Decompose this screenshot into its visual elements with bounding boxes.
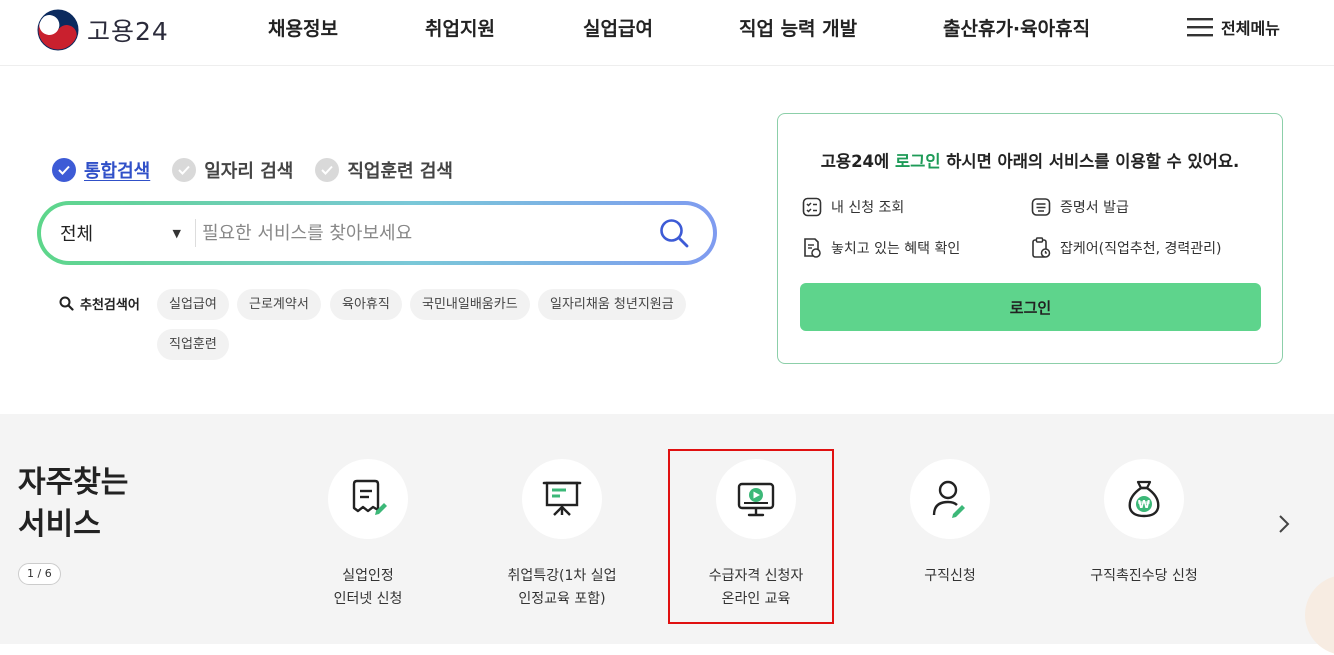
nav-item-unemployment-benefit[interactable]: 실업급여 (583, 14, 653, 41)
service-card-label: 구직촉진수당 신청 (1044, 565, 1244, 588)
service-label: 내 신청 조회 (831, 200, 905, 216)
keyword-chip[interactable]: 국민내일배움카드 (410, 289, 530, 320)
money-bag-won-icon: ₩ (1128, 480, 1160, 518)
frequent-services-section: 자주찾는 서비스 1 / 6 실업인정 인터넷 신청 취업특강(1차 실업 인정… (0, 414, 1334, 644)
caret-down-icon: ▼ (172, 226, 181, 240)
keyword-chip[interactable]: 일자리채움 청년지원금 (538, 289, 686, 320)
all-menu-label: 전체메뉴 (1221, 19, 1280, 38)
service-card-label: 구직신청 (850, 565, 1050, 588)
search-bar-inner: 전체 ▼ (41, 205, 713, 261)
reco-title-label: 추천검색어 (80, 298, 140, 313)
section-title-line1: 자주찾는 (18, 465, 129, 500)
search-tabs: 통합검색 일자리 검색 직업훈련 검색 (52, 157, 475, 183)
keyword-chip[interactable]: 직업훈련 (157, 329, 229, 360)
search-icon (59, 296, 74, 311)
login-headline-highlight: 로그인 (894, 152, 941, 171)
tab-label: 통합검색 (84, 161, 151, 182)
check-icon (315, 158, 340, 182)
logo-text: 고용24 (87, 17, 169, 46)
service-icon-circle (716, 459, 796, 539)
service-card-line1: 구직신청 (924, 568, 976, 584)
service-unemployment-recognition[interactable]: 실업인정 인터넷 신청 (268, 459, 468, 611)
reco-title: 추천검색어 (59, 294, 140, 313)
check-icon (172, 158, 197, 182)
monitor-play-icon (737, 482, 775, 517)
document-pen-icon (352, 479, 387, 515)
check-icon (52, 158, 76, 182)
keyword-chip[interactable]: 육아휴직 (330, 289, 402, 320)
service-icon-circle (910, 459, 990, 539)
service-my-applications[interactable]: 내 신청 조회 (802, 197, 904, 217)
search-bar: 전체 ▼ (37, 201, 717, 265)
service-card-label: 수급자격 신청자 온라인 교육 (656, 565, 856, 611)
service-missed-benefits[interactable]: 놓치고 있는 혜택 확인 (802, 237, 960, 259)
tab-job-search[interactable]: 일자리 검색 (172, 157, 293, 183)
nav-item-parental-leave[interactable]: 출산휴가·육아휴직 (943, 14, 1090, 41)
service-job-promotion-allowance[interactable]: ₩ 구직촉진수당 신청 (1044, 459, 1244, 588)
presentation-board-icon (542, 481, 582, 516)
service-card-label: 취업특강(1차 실업 인정교육 포함) (462, 565, 662, 611)
search-category-select[interactable]: 전체 ▼ (41, 220, 191, 246)
service-card-line1: 취업특강(1차 실업 (507, 568, 617, 584)
login-headline: 고용24에 로그인 하시면 아래의 서비스를 이용할 수 있어요. (778, 148, 1282, 172)
tab-training-search[interactable]: 직업훈련 검색 (315, 157, 453, 183)
service-card-line2: 온라인 교육 (721, 591, 791, 607)
svg-text:₩: ₩ (1138, 498, 1150, 511)
section-title-line2: 서비스 (18, 507, 101, 542)
keyword-chip[interactable]: 근로계약서 (237, 289, 321, 320)
service-card-line1: 실업인정 (342, 568, 394, 584)
site-logo[interactable]: 고용24 (37, 9, 169, 51)
service-job-application[interactable]: 구직신청 (850, 459, 1050, 588)
document-coin-icon (804, 238, 821, 258)
service-label: 놓치고 있는 혜택 확인 (831, 241, 961, 257)
tab-label: 직업훈련 검색 (347, 161, 453, 182)
section-title: 자주찾는 서비스 (18, 462, 128, 546)
person-pen-icon (932, 480, 965, 518)
service-card-line1: 수급자격 신청자 (708, 568, 804, 584)
service-icon-circle (328, 459, 408, 539)
clipboard-clock-icon (1032, 237, 1051, 258)
search-icon (660, 219, 689, 248)
tab-label: 일자리 검색 (204, 161, 294, 182)
service-certificate[interactable]: 증명서 발급 (1031, 197, 1129, 217)
service-online-education[interactable]: 수급자격 신청자 온라인 교육 (656, 459, 856, 611)
hamburger-icon (1187, 18, 1213, 37)
checklist-icon (802, 197, 822, 217)
all-menu-button[interactable]: 전체메뉴 (1187, 15, 1280, 39)
service-employment-lecture[interactable]: 취업특강(1차 실업 인정교육 포함) (462, 459, 662, 611)
service-job-care[interactable]: 잡케어(직업추천, 경력관리) (1031, 237, 1222, 259)
carousel-next-button[interactable] (1272, 511, 1296, 537)
service-card-label: 실업인정 인터넷 신청 (268, 565, 468, 611)
service-label: 잡케어(직업추천, 경력관리) (1060, 241, 1222, 257)
taegeuk-logo-icon (37, 9, 79, 51)
printer-document-icon (1031, 198, 1051, 216)
search-button[interactable] (649, 213, 699, 253)
keyword-chip[interactable]: 실업급여 (157, 289, 229, 320)
search-input[interactable] (202, 222, 649, 244)
nav-item-jobs[interactable]: 채용정보 (268, 14, 338, 41)
nav-item-skills-development[interactable]: 직업 능력 개발 (739, 14, 857, 41)
nav-item-employment-support[interactable]: 취업지원 (425, 14, 495, 41)
login-headline-suffix: 하시면 아래의 서비스를 이용할 수 있어요. (940, 152, 1240, 171)
carousel-pager: 1 / 6 (18, 563, 61, 585)
service-icon-circle: ₩ (1104, 459, 1184, 539)
service-label: 증명서 발급 (1060, 200, 1129, 216)
chevron-right-icon (1279, 515, 1290, 533)
login-button[interactable]: 로그인 (800, 283, 1261, 331)
search-category-value: 전체 (60, 224, 94, 245)
service-card-line2: 인정교육 포함) (518, 591, 606, 607)
service-card-line1: 구직촉진수당 신청 (1090, 568, 1198, 584)
tab-integrated-search[interactable]: 통합검색 (52, 157, 150, 183)
login-headline-prefix: 고용24에 (820, 152, 895, 171)
login-panel: 고용24에 로그인 하시면 아래의 서비스를 이용할 수 있어요. 내 신청 조… (777, 113, 1283, 364)
site-header: 고용24 채용정보 취업지원 실업급여 직업 능력 개발 출산휴가·육아휴직 전… (0, 0, 1334, 66)
divider (195, 219, 196, 247)
service-icon-circle (522, 459, 602, 539)
service-card-line2: 인터넷 신청 (333, 591, 403, 607)
